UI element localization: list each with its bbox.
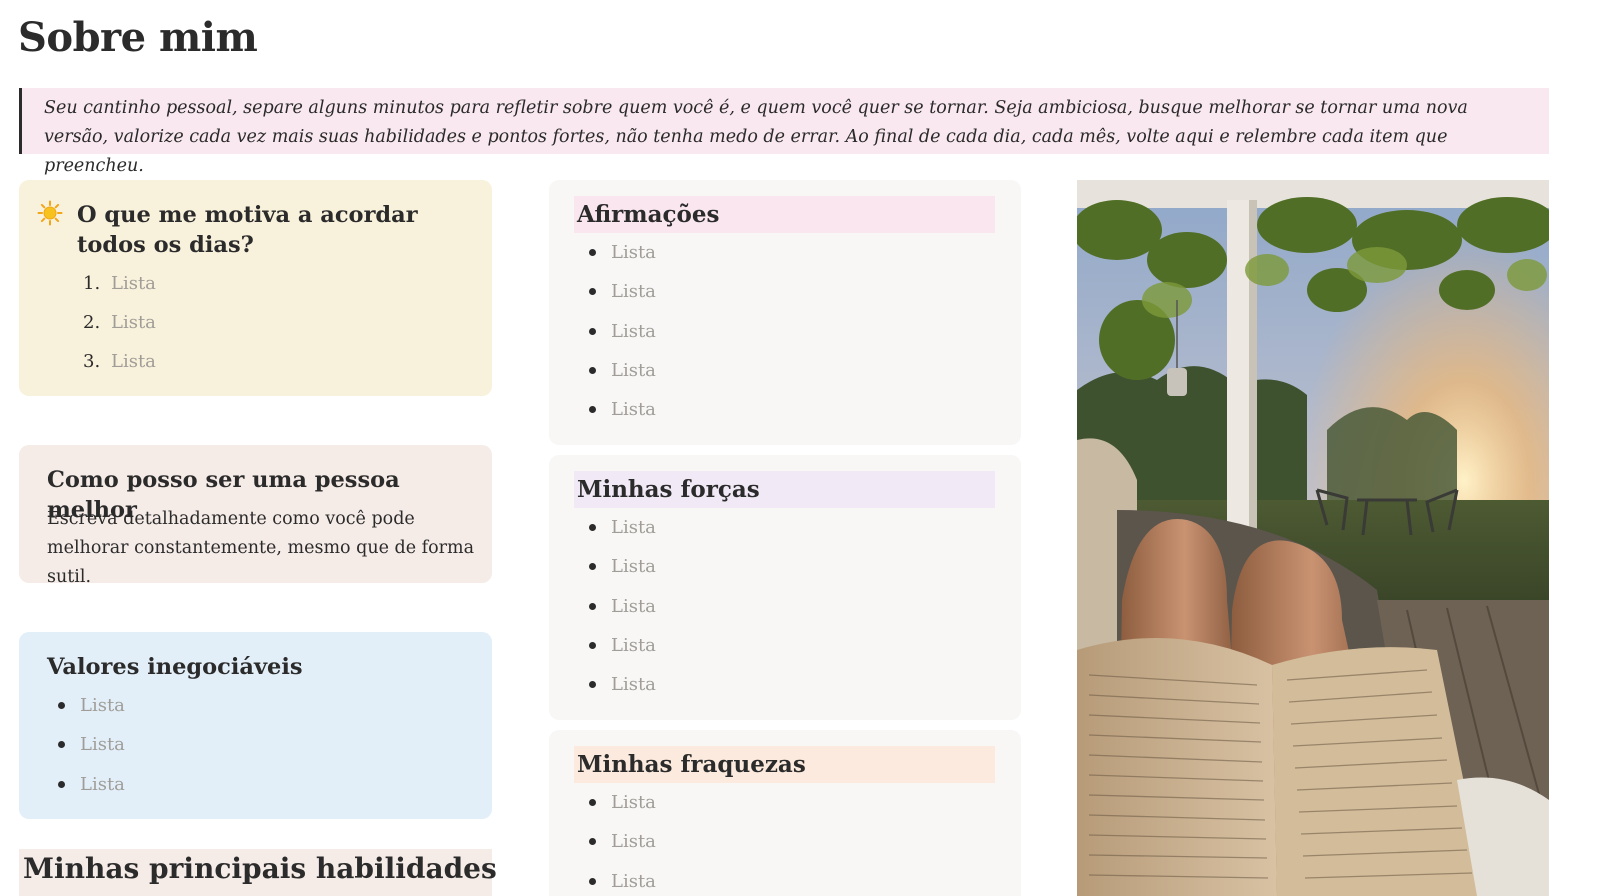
better-person-description: Escreva detalhadamente como você pode me… [47,509,475,587]
strengths-card[interactable]: Minhas forças Lista Lista Lista Lista Li… [549,455,1021,720]
affirmations-list: Lista Lista Lista Lista Lista [587,238,656,434]
list-item[interactable]: 3. Lista [83,347,156,386]
list-item-text: Lista [611,870,656,892]
list-item[interactable]: Lista [587,317,656,356]
list-item-text: Lista [611,674,656,696]
list-item[interactable]: Lista [587,592,656,631]
list-item[interactable]: Lista [56,730,125,769]
strengths-list: Lista Lista Lista Lista Lista [587,513,656,709]
list-item[interactable]: 1. Lista [83,269,156,308]
list-number: 3. [83,351,101,372]
values-title: Valores inegociáveis [47,654,303,680]
sun-icon [37,200,63,226]
list-item[interactable]: Lista [587,238,656,277]
affirmations-card[interactable]: Afirmações Lista Lista Lista Lista Lista [549,180,1021,445]
motivation-list: 1. Lista 2. Lista 3. Lista [83,269,156,386]
intro-quote-text: Seu cantinho pessoal, separe alguns minu… [44,98,1468,176]
page-title: Sobre mim [18,14,258,61]
list-item-text: Lista [111,312,156,333]
list-item-text: Lista [111,351,156,372]
list-item[interactable]: Lista [56,691,125,730]
list-item-text: Lista [611,831,656,853]
list-item-text: Lista [611,634,656,656]
list-item[interactable]: 2. Lista [83,308,156,347]
list-item-text: Lista [611,595,656,617]
list-item-text: Lista [80,695,125,716]
list-item[interactable]: Lista [587,867,656,896]
list-item-text: Lista [611,517,656,538]
intro-quote: Seu cantinho pessoal, separe alguns minu… [19,88,1549,176]
list-item-text: Lista [111,273,156,294]
weaknesses-card[interactable]: Minhas fraquezas Lista Lista Lista [549,730,1021,896]
list-item-text: Lista [611,792,656,813]
list-number: 2. [83,312,101,333]
motivation-callout[interactable]: O que me motiva a acordar todos os dias?… [19,180,492,396]
list-item[interactable]: Lista [587,356,656,395]
list-number: 1. [83,273,101,294]
skills-section[interactable]: Minhas principais habilidades [19,849,497,896]
motivation-title: O que me motiva a acordar todos os dias? [77,202,418,258]
list-item[interactable]: Lista [587,395,656,434]
strengths-title: Minhas forças [574,471,995,508]
list-item[interactable]: Lista [587,277,656,316]
affirmations-title: Afirmações [574,196,995,233]
list-item[interactable]: Lista [587,788,656,827]
list-item-text: Lista [611,359,656,381]
list-item[interactable]: Lista [56,770,125,809]
better-person-callout[interactable]: Como posso ser uma pessoa melhor Escreva… [19,445,492,587]
values-list: Lista Lista Lista [56,691,125,809]
values-callout[interactable]: Valores inegociáveis Lista Lista Lista [19,632,492,819]
weaknesses-title: Minhas fraquezas [574,746,995,783]
list-item-text: Lista [611,320,656,342]
list-item-text: Lista [611,242,656,263]
list-item[interactable]: Lista [587,670,656,709]
list-item-text: Lista [80,734,125,756]
list-item-text: Lista [611,556,656,578]
weaknesses-list: Lista Lista Lista [587,788,656,896]
list-item-text: Lista [80,773,125,795]
list-item-text: Lista [611,399,656,421]
skills-title: Minhas principais habilidades [23,852,497,885]
list-item[interactable]: Lista [587,827,656,866]
list-item-text: Lista [611,281,656,303]
list-item[interactable]: Lista [587,631,656,670]
list-item[interactable]: Lista [587,513,656,552]
list-item[interactable]: Lista [587,552,656,591]
reading-book-photo [1077,180,1549,896]
